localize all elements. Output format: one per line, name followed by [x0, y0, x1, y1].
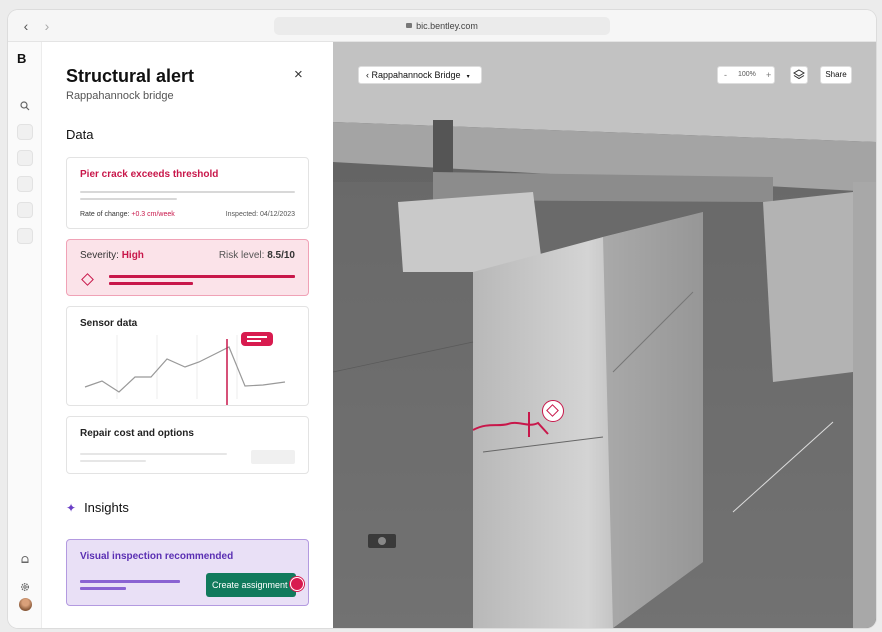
- placeholder-line: [80, 198, 177, 200]
- zoom-control: - 100% +: [717, 66, 775, 84]
- chevron-down-icon: ▾: [466, 74, 470, 80]
- share-button[interactable]: Share: [820, 66, 852, 84]
- avatar[interactable]: [19, 598, 32, 611]
- pier-crack-card[interactable]: Pier crack exceeds threshold Rate of cha…: [66, 157, 309, 229]
- back-icon[interactable]: ‹: [17, 17, 35, 35]
- data-heading: Data: [66, 127, 94, 142]
- rail-item-5[interactable]: [17, 228, 33, 244]
- placeholder-line: [80, 460, 146, 462]
- pier-card-title: Pier crack exceeds threshold: [80, 169, 219, 180]
- repair-card-title: Repair cost and options: [80, 428, 194, 439]
- crack-alert-marker[interactable]: [542, 400, 564, 422]
- placeholder-line: [80, 191, 295, 193]
- bridge-viewer[interactable]: ‹ Rappahannock Bridge ▾ - 100% + Share: [333, 42, 876, 628]
- gear-icon[interactable]: [17, 579, 33, 595]
- rail-item-2[interactable]: [17, 150, 33, 166]
- zoom-level: 100%: [738, 71, 756, 78]
- url-text: bic.bentley.com: [416, 21, 478, 31]
- create-assignment-button[interactable]: Create assignment: [206, 573, 296, 597]
- bridge-photo: [333, 42, 876, 628]
- insight-card[interactable]: Visual inspection recommended Create ass…: [66, 539, 309, 606]
- zoom-out-button[interactable]: -: [724, 67, 727, 83]
- placeholder-button: [251, 450, 295, 464]
- insights-heading: ✦ Insights: [66, 500, 129, 515]
- zoom-in-button[interactable]: +: [766, 67, 771, 83]
- app-window: ‹ › bic.bentley.com B Structural alert R…: [8, 10, 876, 628]
- insight-bar: [80, 580, 180, 583]
- sensor-data-card[interactable]: Sensor data: [66, 306, 309, 406]
- insight-card-title: Visual inspection recommended: [80, 551, 234, 562]
- cursor-indicator: [290, 577, 304, 591]
- forward-icon[interactable]: ›: [38, 17, 56, 35]
- bell-icon[interactable]: [17, 552, 33, 568]
- left-rail: B: [8, 42, 42, 628]
- search-icon[interactable]: [17, 98, 33, 114]
- placeholder-line: [80, 453, 227, 455]
- risk-level: Risk level: 8.5/10: [218, 250, 295, 261]
- breadcrumb-dropdown[interactable]: ‹ Rappahannock Bridge ▾: [358, 66, 482, 84]
- inspected-date: Inspected: 04/12/2023: [225, 211, 295, 218]
- sensor-tooltip: [241, 332, 273, 346]
- bentley-logo[interactable]: B: [17, 51, 26, 66]
- rail-item-4[interactable]: [17, 202, 33, 218]
- panel-title: Structural alert: [66, 66, 195, 86]
- repair-cost-card[interactable]: Repair cost and options: [66, 416, 309, 474]
- rate-of-change: Rate of change: +0.3 cm/week: [80, 211, 175, 218]
- severity-bar: [109, 275, 295, 278]
- sparkle-icon: ✦: [66, 501, 77, 515]
- rail-item-1[interactable]: [17, 124, 33, 140]
- rail-item-3[interactable]: [17, 176, 33, 192]
- alert-panel: Structural alert Rappahannock bridge × D…: [42, 42, 333, 628]
- panel-subtitle: Rappahannock bridge: [66, 90, 174, 102]
- insight-bar-secondary: [80, 587, 126, 590]
- severity-card[interactable]: Severity: High Risk level: 8.5/10: [66, 239, 309, 296]
- layers-icon[interactable]: [790, 66, 808, 84]
- breadcrumb-label: Rappahannock Bridge: [371, 70, 461, 80]
- address-bar[interactable]: bic.bentley.com: [274, 17, 610, 35]
- severity-text: Severity: High: [80, 250, 144, 261]
- browser-toolbar: ‹ › bic.bentley.com: [8, 10, 876, 42]
- warning-icon: [81, 273, 94, 286]
- severity-bar-secondary: [109, 282, 193, 285]
- sensor-chart: [84, 335, 286, 405]
- lock-icon: [406, 23, 413, 29]
- close-icon[interactable]: ×: [294, 66, 303, 83]
